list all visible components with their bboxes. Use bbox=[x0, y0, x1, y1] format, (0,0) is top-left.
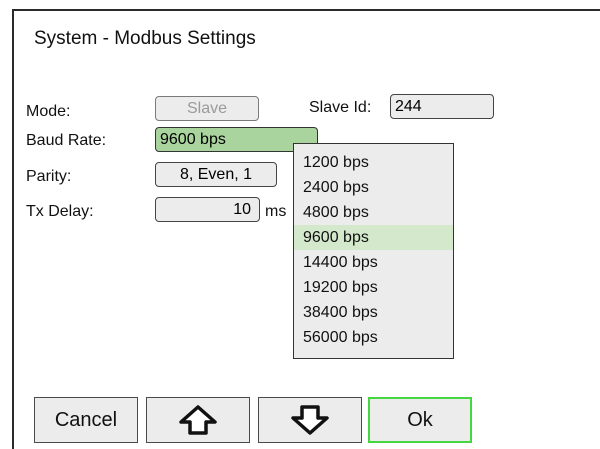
parity-label: Parity: bbox=[26, 168, 72, 185]
baud-option[interactable]: 56000 bps bbox=[294, 325, 453, 350]
mode-field: Slave bbox=[155, 96, 259, 121]
baud-rate-label: Baud Rate: bbox=[26, 132, 107, 149]
page-title: System - Modbus Settings bbox=[34, 28, 256, 49]
tx-delay-label: Tx Delay: bbox=[26, 203, 94, 220]
tx-delay-unit: ms bbox=[265, 203, 287, 220]
baud-rate-dropdown-list[interactable]: 1200 bps 2400 bps 4800 bps 9600 bps 1440… bbox=[293, 143, 454, 359]
slave-id-field[interactable]: 244 bbox=[390, 94, 494, 119]
slave-id-label: Slave Id: bbox=[309, 99, 372, 116]
baud-option[interactable]: 1200 bps bbox=[294, 150, 453, 175]
parity-field[interactable]: 8, Even, 1 bbox=[155, 162, 277, 187]
modbus-settings-screen: System - Modbus Settings Mode: Slave Sla… bbox=[12, 9, 600, 449]
arrow-up-icon bbox=[178, 405, 218, 435]
baud-option[interactable]: 4800 bps bbox=[294, 200, 453, 225]
tx-delay-field[interactable]: 10 bbox=[155, 197, 260, 222]
baud-option[interactable]: 14400 bps bbox=[294, 250, 453, 275]
ok-button[interactable]: Ok bbox=[368, 397, 472, 443]
up-arrow-button[interactable] bbox=[146, 397, 250, 443]
arrow-down-icon bbox=[290, 405, 330, 435]
mode-label: Mode: bbox=[26, 103, 71, 120]
down-arrow-button[interactable] bbox=[258, 397, 362, 443]
baud-option[interactable]: 38400 bps bbox=[294, 300, 453, 325]
baud-option[interactable]: 2400 bps bbox=[294, 175, 453, 200]
cancel-button[interactable]: Cancel bbox=[34, 397, 138, 443]
baud-option-selected[interactable]: 9600 bps bbox=[294, 225, 453, 250]
baud-option[interactable]: 19200 bps bbox=[294, 275, 453, 300]
